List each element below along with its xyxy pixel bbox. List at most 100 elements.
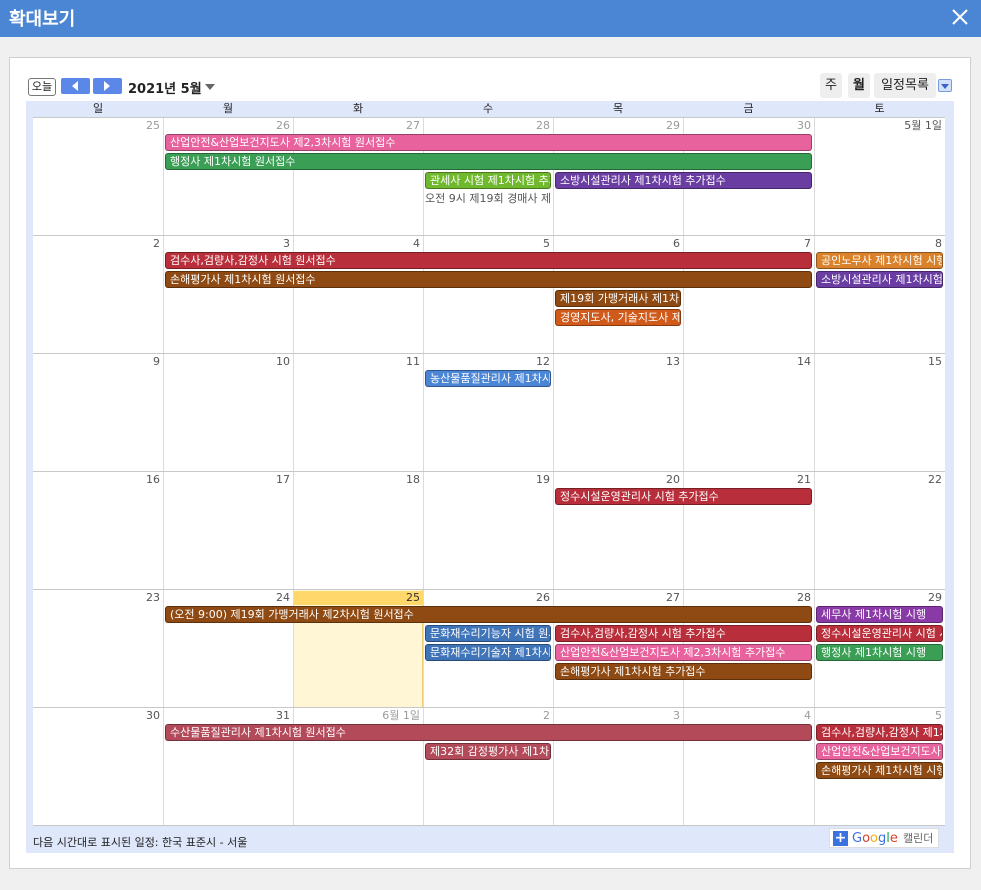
day-number[interactable]: 9 [34, 355, 163, 369]
week-row: 16 17 18 19 20 21 22 정수시설운영관리사 시험 추가접수 [33, 471, 945, 589]
day-number[interactable]: 22 [815, 473, 945, 487]
day-number[interactable]: 6월 1일 [294, 709, 423, 723]
day-number[interactable]: 29 [554, 119, 683, 133]
prev-month-button[interactable] [61, 78, 90, 94]
grid-line [423, 471, 424, 589]
week-row: 23 24 25 26 27 28 29 (오전 9:00) 제19회 가맹거래사 제2차시험… [33, 589, 945, 707]
plus-icon: + [833, 830, 848, 846]
day-number[interactable]: 26 [424, 591, 553, 605]
day-number[interactable]: 23 [34, 591, 163, 605]
day-number[interactable]: 21 [684, 473, 814, 487]
event-chip[interactable]: 문화재수리기술자 제1차시험 [425, 644, 551, 661]
event-chip[interactable]: 산업안전&산업보건지도사 제2,3차시험 원서접수 [165, 134, 812, 151]
day-number[interactable]: 17 [164, 473, 293, 487]
grid-line [163, 471, 164, 589]
grid-line [33, 589, 945, 590]
day-number[interactable]: 11 [294, 355, 423, 369]
day-number[interactable]: 27 [554, 591, 683, 605]
day-number[interactable]: 5월 1일 [815, 119, 945, 133]
event-chip[interactable]: 손해평가사 제1차시험 시행 [816, 762, 943, 779]
day-number[interactable]: 30 [684, 119, 814, 133]
event-chip[interactable]: 정수시설운영관리사 시험 추가접수 [555, 488, 812, 505]
event-chip[interactable]: 정수시설운영관리사 시험 시행 [816, 625, 943, 642]
day-number[interactable]: 28 [424, 119, 553, 133]
event-chip[interactable]: 산업안전&산업보건지도사 제2,3차시험 추가접수 [555, 644, 812, 661]
calendar-word: 캘린더 [903, 832, 934, 845]
event-chip[interactable]: (오전 9:00) 제19회 가맹거래사 제2차시험 원서접수 [165, 606, 812, 623]
close-icon[interactable] [949, 6, 971, 28]
event-chip[interactable]: 농산물품질관리사 제1차시험 [425, 370, 551, 387]
day-number[interactable]: 29 [815, 591, 945, 605]
day-number[interactable]: 12 [424, 355, 553, 369]
event-text[interactable]: 오전 9시 제19회 경매사 제1차시험 [425, 191, 551, 206]
event-chip[interactable]: 손해평가사 제1차시험 추가접수 [555, 663, 812, 680]
current-month-label[interactable]: 2021년 5월 [128, 78, 202, 97]
view-week-tab[interactable]: 주 [820, 73, 842, 98]
grid-line [163, 235, 164, 353]
day-number[interactable]: 2 [424, 709, 553, 723]
day-number[interactable]: 15 [815, 355, 945, 369]
month-dropdown-icon[interactable] [205, 84, 215, 90]
day-number[interactable]: 16 [34, 473, 163, 487]
event-chip[interactable]: 수산물품질관리사 제1차시험 원서접수 [165, 724, 812, 741]
event-chip[interactable]: 검수사,검량사,감정사 시험 원서접수 [165, 252, 812, 269]
view-agenda-tab[interactable]: 일정목록 [874, 73, 936, 98]
day-number[interactable]: 25 [34, 119, 163, 133]
day-number[interactable]: 13 [554, 355, 683, 369]
day-number[interactable]: 31 [164, 709, 293, 723]
day-number[interactable]: 3 [554, 709, 683, 723]
grid-line [553, 353, 554, 471]
google-calendar-button[interactable]: + Google 캘린더 [829, 828, 939, 848]
event-chip[interactable]: 제32회 감정평가사 제1차시험 [425, 743, 551, 760]
day-number[interactable]: 3 [164, 237, 293, 251]
day-number[interactable]: 26 [164, 119, 293, 133]
day-number[interactable]: 4 [684, 709, 814, 723]
day-number[interactable]: 27 [294, 119, 423, 133]
day-number[interactable]: 19 [424, 473, 553, 487]
day-number[interactable]: 28 [684, 591, 814, 605]
event-chip[interactable]: 행정사 제1차시험 원서접수 [165, 153, 812, 170]
view-dropdown-icon[interactable] [938, 79, 952, 92]
calendar-panel: 오늘 2021년 5월 주 월 일정목록 다음 시간대로 표시된 일정: 한국 … [9, 57, 971, 869]
day-number[interactable]: 10 [164, 355, 293, 369]
day-number[interactable]: 30 [34, 709, 163, 723]
next-month-button[interactable] [93, 78, 122, 94]
day-number[interactable]: 20 [554, 473, 683, 487]
day-number[interactable]: 5 [424, 237, 553, 251]
day-number[interactable]: 8 [815, 237, 945, 251]
grid-line [814, 353, 815, 471]
event-chip[interactable]: 제19회 가맹거래사 제1차시험 [555, 290, 681, 307]
day-number[interactable]: 5 [815, 709, 945, 723]
grid-line [814, 471, 815, 589]
day-number[interactable]: 25 [294, 591, 423, 605]
week-row: 30 31 6월 1일 2 3 4 5 수산물품질관리사 제1차시험 원서접수 검수사,검량사,… [33, 707, 945, 825]
day-number[interactable]: 2 [34, 237, 163, 251]
grid-line [33, 471, 945, 472]
event-chip[interactable]: 행정사 제1차시험 시행 [816, 644, 943, 661]
event-chip[interactable]: 세무사 제1차시험 시행 [816, 606, 943, 623]
day-number[interactable]: 6 [554, 237, 683, 251]
event-chip[interactable]: 산업안전&산업보건지도사 시행 [816, 743, 943, 760]
window-title: 확대보기 [9, 9, 76, 30]
weekday-header: 일 [92, 102, 104, 115]
day-number[interactable]: 4 [294, 237, 423, 251]
view-month-tab[interactable]: 월 [848, 73, 870, 98]
event-chip[interactable]: 손해평가사 제1차시험 원서접수 [165, 271, 812, 288]
day-number[interactable]: 7 [684, 237, 814, 251]
event-chip[interactable]: 검수사,검량사,감정사 시험 추가접수 [555, 625, 812, 642]
event-chip[interactable]: 공인노무사 제1차시험 시행 [816, 252, 943, 269]
day-number[interactable]: 14 [684, 355, 814, 369]
grid-line [163, 707, 164, 825]
event-chip[interactable]: 검수사,검량사,감정사 제1차시험 [816, 724, 943, 741]
day-number[interactable]: 18 [294, 473, 423, 487]
today-button[interactable]: 오늘 [28, 78, 56, 96]
event-chip[interactable]: 문화재수리기능자 시험 원서접수 [425, 625, 551, 642]
event-chip[interactable]: 관세사 시험 제1차시험 추가접수 [425, 172, 551, 189]
event-chip[interactable]: 소방시설관리사 제1차시험 추가접수 [555, 172, 812, 189]
event-chip[interactable]: 경영지도사, 기술지도사 제1차시험 [555, 309, 681, 326]
weekday-header: 목 [612, 102, 624, 115]
event-chip[interactable]: 소방시설관리사 제1차시험 시행 [816, 271, 943, 288]
weekday-header: 금 [743, 102, 754, 115]
day-number[interactable]: 24 [164, 591, 293, 605]
calendar-toolbar: 오늘 2021년 5월 주 월 일정목록 [28, 73, 952, 100]
